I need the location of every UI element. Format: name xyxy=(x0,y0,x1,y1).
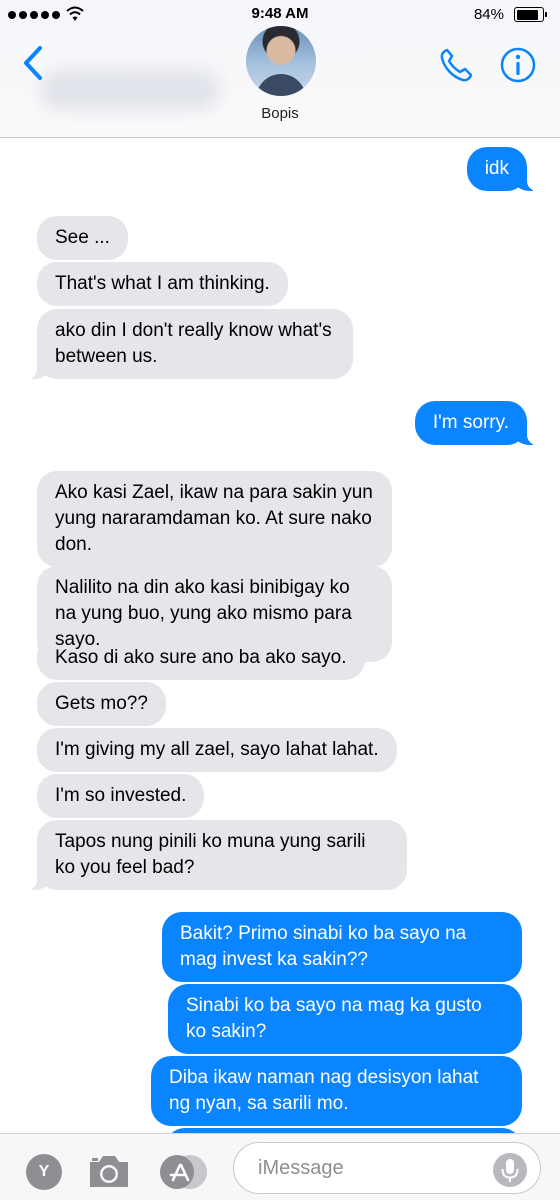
message-bubble-incoming[interactable]: See ... xyxy=(37,216,128,260)
message-text: ako din I don't really know what's betwe… xyxy=(55,320,332,367)
message-bubble-incoming[interactable]: That's what I am thinking. xyxy=(37,262,288,306)
message-text: Kaso di ako sure ano ba ako sayo. xyxy=(55,647,347,668)
message-text: Sinabi ko ba sayo na mag ka gusto ko sak… xyxy=(186,995,482,1042)
battery-icon xyxy=(514,7,547,22)
back-button[interactable] xyxy=(18,44,48,82)
message-text: Diba ikaw naman nag desisyon lahat ng ny… xyxy=(169,1067,479,1114)
message-text: I'm so invested. xyxy=(55,785,187,806)
message-bubble-incoming[interactable]: Tapos nung pinili ko muna yung sarili ko… xyxy=(27,820,407,890)
message-bubble-outgoing[interactable]: Sinabi ko ba sayo na mag ka gusto ko sak… xyxy=(168,984,522,1054)
message-bubble-outgoing[interactable]: idk xyxy=(466,147,538,191)
phone-icon xyxy=(440,48,473,82)
avatar-shoulders xyxy=(256,74,306,96)
camera-icon xyxy=(90,1156,128,1187)
message-bubble-incoming[interactable]: ako din I don't really know what's betwe… xyxy=(27,309,353,379)
message-text: That's what I am thinking. xyxy=(55,273,270,294)
message-bubble-incoming[interactable]: Gets mo?? xyxy=(37,682,166,726)
message-text: Gets mo?? xyxy=(55,693,148,714)
message-text: Tapos nung pinili ko muna yung sarili ko… xyxy=(55,831,366,878)
message-text: idk xyxy=(484,158,509,179)
message-input-bar: Y xyxy=(0,1133,560,1200)
message-text: Ako kasi Zael, ikaw na para sakin yun yu… xyxy=(55,482,373,555)
app-button-y[interactable]: Y xyxy=(26,1154,62,1190)
message-bubble-outgoing[interactable]: Bakit? Primo sinabi ko ba sayo na mag in… xyxy=(162,912,522,982)
call-button[interactable] xyxy=(438,46,476,84)
message-bubble-outgoing[interactable]: I'm sorry. xyxy=(414,401,538,445)
message-text: Bakit? Primo sinabi ko ba sayo na mag in… xyxy=(180,923,467,970)
microphone-button[interactable] xyxy=(493,1153,527,1187)
battery-percent: 84% xyxy=(473,6,504,23)
info-button[interactable] xyxy=(500,47,536,83)
message-bubble-incoming[interactable]: I'm giving my all zael, sayo lahat lahat… xyxy=(37,728,397,772)
message-bubble-outgoing[interactable]: Diba ikaw naman nag desisyon lahat ng ny… xyxy=(151,1056,522,1126)
microphone-icon xyxy=(501,1159,519,1182)
message-bubble-incoming[interactable]: Ako kasi Zael, ikaw na para sakin yun yu… xyxy=(37,471,392,567)
status-bar: 9:48 AM 84% xyxy=(0,0,560,30)
app-store-icon xyxy=(160,1155,207,1189)
message-text: I'm giving my all zael, sayo lahat lahat… xyxy=(55,739,379,760)
message-bubble-incoming[interactable]: I'm so invested. xyxy=(37,774,205,818)
message-text: See ... xyxy=(55,227,110,248)
battery-fill xyxy=(516,9,538,20)
app-store-button[interactable] xyxy=(158,1153,210,1191)
contact-name[interactable]: Bopis xyxy=(0,105,560,122)
info-icon xyxy=(500,47,536,83)
message-text: I'm sorry. xyxy=(432,412,509,433)
chevron-left-icon xyxy=(24,46,42,80)
camera-button[interactable] xyxy=(86,1151,132,1191)
contact-avatar[interactable] xyxy=(246,26,316,96)
header-blur xyxy=(40,70,220,110)
